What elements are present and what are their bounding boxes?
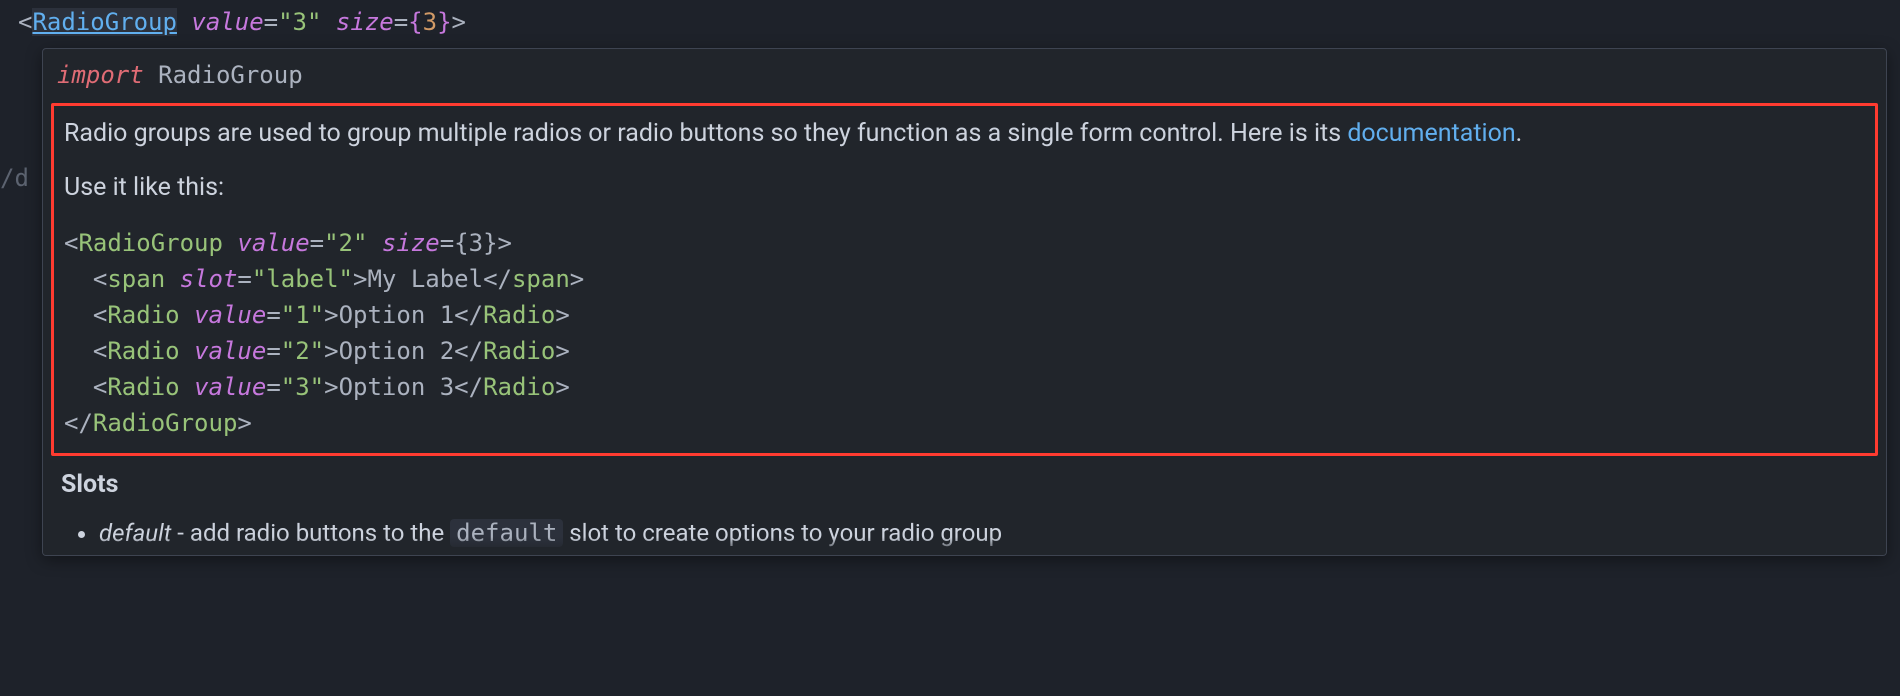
import-module: RadioGroup	[158, 61, 303, 89]
example-line-2: <span slot="label">My Label</span>	[64, 261, 1865, 297]
description-text: Radio groups are used to group multiple …	[64, 119, 1347, 148]
import-keyword: import	[57, 61, 144, 89]
code-editor[interactable]: <RadioGroup value="3" size={3}>	[0, 0, 1900, 44]
slot-code: default	[450, 519, 563, 547]
slots-list: default - add radio buttons to the defau…	[61, 515, 1868, 551]
example-line-5: <Radio value="3">Option 3</Radio>	[64, 369, 1865, 405]
highlighted-region: Radio groups are used to group multiple …	[51, 103, 1878, 456]
slots-section: Slots default - add radio buttons to the…	[43, 466, 1886, 556]
gutter-fragment: /d	[0, 160, 29, 196]
component-name[interactable]: RadioGroup	[32, 8, 177, 36]
example-line-1: <RadioGroup value="2" size={3}>	[64, 225, 1865, 261]
example-code-block: <RadioGroup value="2" size={3}> <span sl…	[64, 225, 1865, 441]
slots-heading: Slots	[61, 466, 1868, 504]
code-line-1[interactable]: <RadioGroup value="3" size={3}>	[18, 4, 1882, 40]
use-like-label: Use it like this:	[64, 170, 1865, 206]
attr-value-name: value	[191, 8, 263, 36]
slot-name: default	[99, 519, 171, 547]
attr-value-str: "3"	[278, 8, 321, 36]
documentation-link[interactable]: documentation	[1347, 119, 1515, 148]
example-line-6: </RadioGroup>	[64, 405, 1865, 441]
attr-size-num: 3	[423, 8, 437, 36]
example-line-3: <Radio value="1">Option 1</Radio>	[64, 297, 1865, 333]
attr-size-name: size	[336, 8, 394, 36]
slot-item-default: default - add radio buttons to the defau…	[99, 515, 1868, 551]
intellisense-tooltip[interactable]: import RadioGroup Radio groups are used …	[42, 48, 1887, 556]
angle-open: <	[18, 8, 32, 36]
example-line-4: <Radio value="2">Option 2</Radio>	[64, 333, 1865, 369]
doc-description: Radio groups are used to group multiple …	[64, 116, 1865, 207]
angle-close: >	[452, 8, 466, 36]
tooltip-signature: import RadioGroup	[43, 49, 1886, 99]
